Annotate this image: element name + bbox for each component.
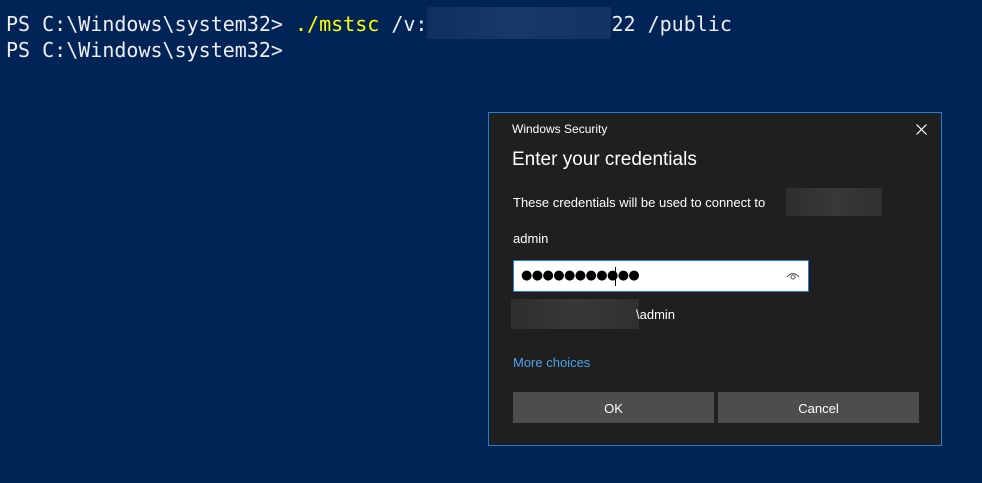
- terminal-prompt: PS C:\Windows\system32>: [6, 12, 295, 36]
- eye-icon: [786, 273, 800, 280]
- close-icon: [915, 124, 927, 135]
- password-field[interactable]: ●●●●●●●●●●●: [513, 260, 809, 292]
- dialog-window-title: Windows Security: [512, 122, 608, 136]
- more-choices-link[interactable]: More choices: [513, 355, 590, 370]
- redacted-domain-name: [511, 299, 639, 329]
- terminal-line-1: PS C:\Windows\system32> ./mstsc /v: 22 /p…: [6, 7, 732, 39]
- reveal-password-button[interactable]: [786, 269, 802, 283]
- windows-security-dialog: Windows Security Enter your credentials …: [488, 112, 942, 446]
- ok-button[interactable]: OK: [513, 392, 714, 423]
- cancel-button[interactable]: Cancel: [718, 392, 919, 423]
- terminal-line-2: PS C:\Windows\system32>: [6, 36, 283, 64]
- redacted-host-address: [427, 7, 612, 39]
- terminal-arg-prefix: /v:: [379, 12, 428, 36]
- dialog-heading: Enter your credentials: [512, 149, 697, 170]
- terminal-arg-suffix: 22 /public: [611, 12, 732, 36]
- text-caret: [615, 267, 616, 286]
- terminal-command: ./mstsc: [294, 12, 380, 36]
- redacted-host-name: [786, 188, 882, 216]
- username-label: admin: [513, 231, 549, 246]
- dialog-description: These credentials will be used to connec…: [513, 195, 766, 210]
- password-masked-value: ●●●●●●●●●●●: [521, 268, 640, 283]
- terminal-prompt: PS C:\Windows\system32>: [6, 38, 283, 62]
- close-button[interactable]: [907, 119, 935, 141]
- domain-username: \admin: [636, 307, 676, 322]
